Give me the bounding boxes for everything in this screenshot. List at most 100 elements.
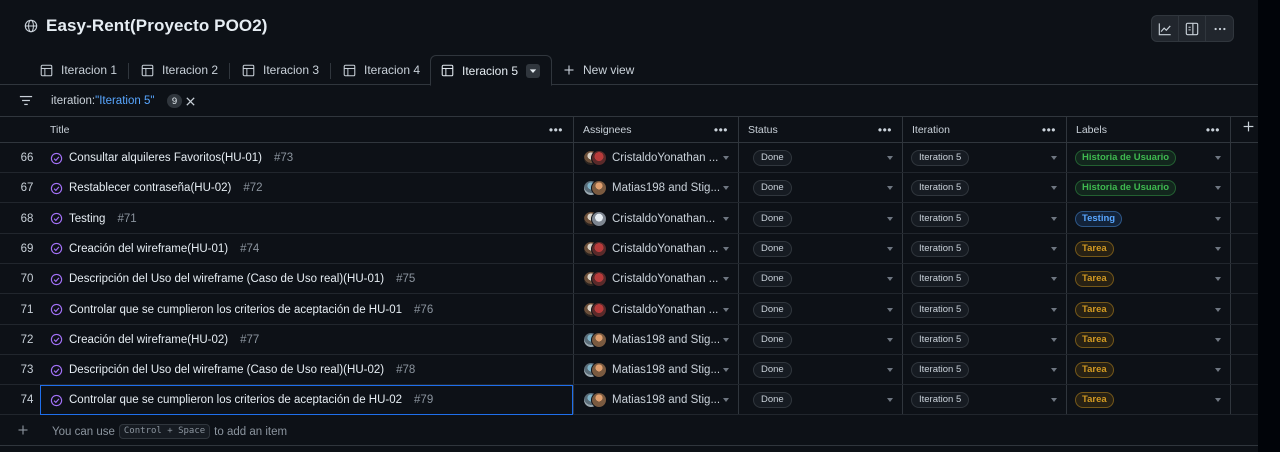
tab-iteracion-3[interactable]: Iteracion 3 bbox=[232, 55, 329, 85]
status-cell[interactable]: Done bbox=[738, 234, 902, 264]
insights-button[interactable] bbox=[1152, 16, 1179, 41]
chevron-down-icon[interactable] bbox=[1215, 307, 1221, 312]
labels-cell[interactable]: Tarea bbox=[1066, 264, 1230, 294]
tab-iteracion-4[interactable]: Iteracion 4 bbox=[333, 55, 430, 85]
add-column-icon[interactable] bbox=[1242, 120, 1255, 133]
new-view-button[interactable]: New view bbox=[553, 55, 644, 85]
issue-title-link[interactable]: Testing bbox=[69, 213, 105, 225]
title-cell[interactable]: Restablecer contraseña(HU-02) #72 bbox=[40, 173, 573, 203]
label-badge[interactable]: Tarea bbox=[1075, 240, 1114, 257]
tab-iteracion-2[interactable]: Iteracion 2 bbox=[131, 55, 228, 85]
status-cell[interactable]: Done bbox=[738, 204, 902, 234]
label-badge[interactable]: Testing bbox=[1075, 210, 1123, 227]
tab-iteracion-5[interactable]: Iteracion 5 bbox=[430, 55, 552, 86]
issue-number[interactable]: #72 bbox=[243, 182, 262, 194]
chevron-down-icon[interactable] bbox=[723, 216, 729, 221]
issue-title-link[interactable]: Descripción del Uso del wireframe (Caso … bbox=[69, 364, 384, 376]
chevron-down-icon[interactable] bbox=[1051, 216, 1057, 221]
chevron-down-icon[interactable] bbox=[1051, 368, 1057, 373]
issue-number[interactable]: #71 bbox=[117, 213, 136, 225]
table-row[interactable]: 69 Creación del wireframe(HU-01) #74 Crista… bbox=[0, 234, 1258, 264]
filter-query[interactable]: iteration:"Iteration 5" bbox=[51, 95, 154, 107]
chevron-down-icon[interactable] bbox=[1215, 246, 1221, 251]
chevron-down-icon[interactable] bbox=[887, 337, 893, 342]
issue-number[interactable]: #75 bbox=[396, 273, 415, 285]
chevron-down-icon[interactable] bbox=[723, 277, 729, 282]
iteration-cell[interactable]: Iteration 5 bbox=[902, 143, 1066, 173]
issue-title-link[interactable]: Controlar que se cumplieron los criterio… bbox=[69, 304, 402, 316]
chevron-down-icon[interactable] bbox=[723, 246, 729, 251]
issue-number[interactable]: #78 bbox=[396, 364, 415, 376]
labels-cell[interactable]: Testing bbox=[1066, 204, 1230, 234]
issue-number[interactable]: #74 bbox=[240, 243, 259, 255]
filter-icon[interactable] bbox=[19, 95, 33, 106]
status-cell[interactable]: Done bbox=[738, 264, 902, 294]
assignees-cell[interactable]: Matias198 and Stig... bbox=[573, 355, 738, 385]
column-menu-icon[interactable]: ••• bbox=[549, 123, 563, 137]
chevron-down-icon[interactable] bbox=[1215, 368, 1221, 373]
chevron-down-icon[interactable] bbox=[1051, 277, 1057, 282]
status-cell[interactable]: Done bbox=[738, 325, 902, 355]
chevron-down-icon[interactable] bbox=[1051, 398, 1057, 403]
issue-title-link[interactable]: Creación del wireframe(HU-02) bbox=[69, 334, 228, 346]
table-row[interactable]: 71 Controlar que se cumplieron los criter… bbox=[0, 295, 1258, 325]
iteration-cell[interactable]: Iteration 5 bbox=[902, 325, 1066, 355]
title-cell[interactable]: Creación del wireframe(HU-02) #77 bbox=[40, 325, 573, 355]
title-cell[interactable]: Controlar que se cumplieron los criterio… bbox=[40, 385, 573, 416]
assignees-cell[interactable]: CristaldoYonathan ... bbox=[573, 295, 738, 325]
column-menu-icon[interactable]: ••• bbox=[1206, 123, 1220, 137]
filter-bar[interactable]: iteration:"Iteration 5" 9 bbox=[0, 86, 1258, 117]
chevron-down-icon[interactable] bbox=[1215, 277, 1221, 282]
chevron-down-icon[interactable] bbox=[887, 277, 893, 282]
iteration-cell[interactable]: Iteration 5 bbox=[902, 385, 1066, 415]
status-cell[interactable]: Done bbox=[738, 173, 902, 203]
chevron-down-icon[interactable] bbox=[887, 307, 893, 312]
assignees-cell[interactable]: CristaldoYonathan ... bbox=[573, 143, 738, 173]
chevron-down-icon[interactable] bbox=[1051, 307, 1057, 312]
table-row[interactable]: 72 Creación del wireframe(HU-02) #77 Matias… bbox=[0, 325, 1258, 355]
chevron-down-icon[interactable] bbox=[1215, 186, 1221, 191]
column-header-title[interactable]: Title ••• bbox=[40, 117, 573, 143]
chevron-down-icon[interactable] bbox=[887, 186, 893, 191]
issue-title-link[interactable]: Restablecer contraseña(HU-02) bbox=[69, 182, 231, 194]
tab-iteracion-1[interactable]: Iteracion 1 bbox=[30, 55, 127, 85]
title-cell[interactable]: Descripción del Uso del wireframe (Caso … bbox=[40, 264, 573, 294]
chevron-down-icon[interactable] bbox=[1215, 398, 1221, 403]
title-cell[interactable]: Controlar que se cumplieron los criterio… bbox=[40, 295, 573, 325]
labels-cell[interactable]: Tarea bbox=[1066, 295, 1230, 325]
column-header-status[interactable]: Status ••• bbox=[738, 117, 902, 143]
chevron-down-icon[interactable] bbox=[1051, 246, 1057, 251]
chevron-down-icon[interactable] bbox=[1051, 186, 1057, 191]
issue-number[interactable]: #79 bbox=[414, 394, 433, 406]
table-row[interactable]: 74 Controlar que se cumplieron los criter… bbox=[0, 385, 1258, 416]
column-header-labels[interactable]: Labels ••• bbox=[1066, 117, 1230, 143]
page-title[interactable]: Easy-Rent(Proyecto POO2) bbox=[46, 16, 268, 36]
title-cell[interactable]: Testing #71 bbox=[40, 204, 573, 234]
assignees-cell[interactable]: Matias198 and Stig... bbox=[573, 173, 738, 203]
label-badge[interactable]: Historia de Usuario bbox=[1075, 150, 1177, 166]
assignees-cell[interactable]: CristaldoYonathan ... bbox=[573, 234, 738, 264]
plus-icon[interactable] bbox=[17, 424, 29, 436]
chevron-down-icon[interactable] bbox=[1215, 156, 1221, 160]
chevron-down-icon[interactable] bbox=[723, 368, 729, 373]
iteration-cell[interactable]: Iteration 5 bbox=[902, 355, 1066, 385]
status-cell[interactable]: Done bbox=[738, 143, 902, 173]
assignees-cell[interactable]: CristaldoYonathan ... bbox=[573, 264, 738, 294]
table-row[interactable]: 66 Consultar alquileres Favoritos(HU-01) #… bbox=[0, 143, 1258, 173]
issue-number[interactable]: #77 bbox=[240, 334, 259, 346]
column-menu-icon[interactable]: ••• bbox=[878, 123, 892, 137]
iteration-cell[interactable]: Iteration 5 bbox=[902, 295, 1066, 325]
add-item-row[interactable]: You can use Control + Space to add an it… bbox=[0, 416, 1258, 446]
iteration-cell[interactable]: Iteration 5 bbox=[902, 234, 1066, 264]
more-options-button[interactable] bbox=[1206, 16, 1233, 41]
table-row[interactable]: 67 Restablecer contraseña(HU-02) #72 Matias… bbox=[0, 173, 1258, 204]
chevron-down-icon[interactable] bbox=[1051, 337, 1057, 342]
status-cell[interactable]: Done bbox=[738, 355, 902, 385]
chevron-down-icon[interactable] bbox=[1051, 156, 1057, 160]
column-header-assignees[interactable]: Assignees ••• bbox=[573, 117, 738, 143]
column-menu-icon[interactable]: ••• bbox=[714, 123, 728, 137]
table-row[interactable]: 70 Descripción del Uso del wireframe (Cas… bbox=[0, 264, 1258, 295]
labels-cell[interactable]: Historia de Usuario bbox=[1066, 143, 1230, 173]
issue-title-link[interactable]: Controlar que se cumplieron los criterio… bbox=[69, 394, 402, 406]
assignees-cell[interactable]: Matias198 and Stig... bbox=[573, 325, 738, 355]
